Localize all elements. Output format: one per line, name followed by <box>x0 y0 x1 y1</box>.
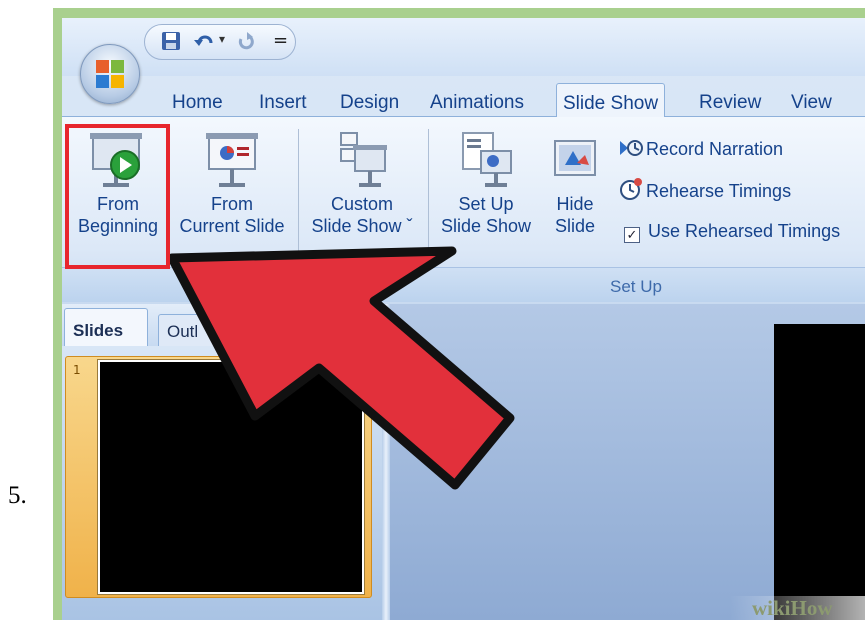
red-arrow-pointer <box>167 246 515 490</box>
powerpoint-window: ▾ = Home Insert Design Animations Slide … <box>62 18 865 620</box>
screenshot-frame: ▾ = Home Insert Design Animations Slide … <box>53 8 865 620</box>
step-number: 5. <box>8 482 27 509</box>
highlight-box <box>65 124 170 269</box>
